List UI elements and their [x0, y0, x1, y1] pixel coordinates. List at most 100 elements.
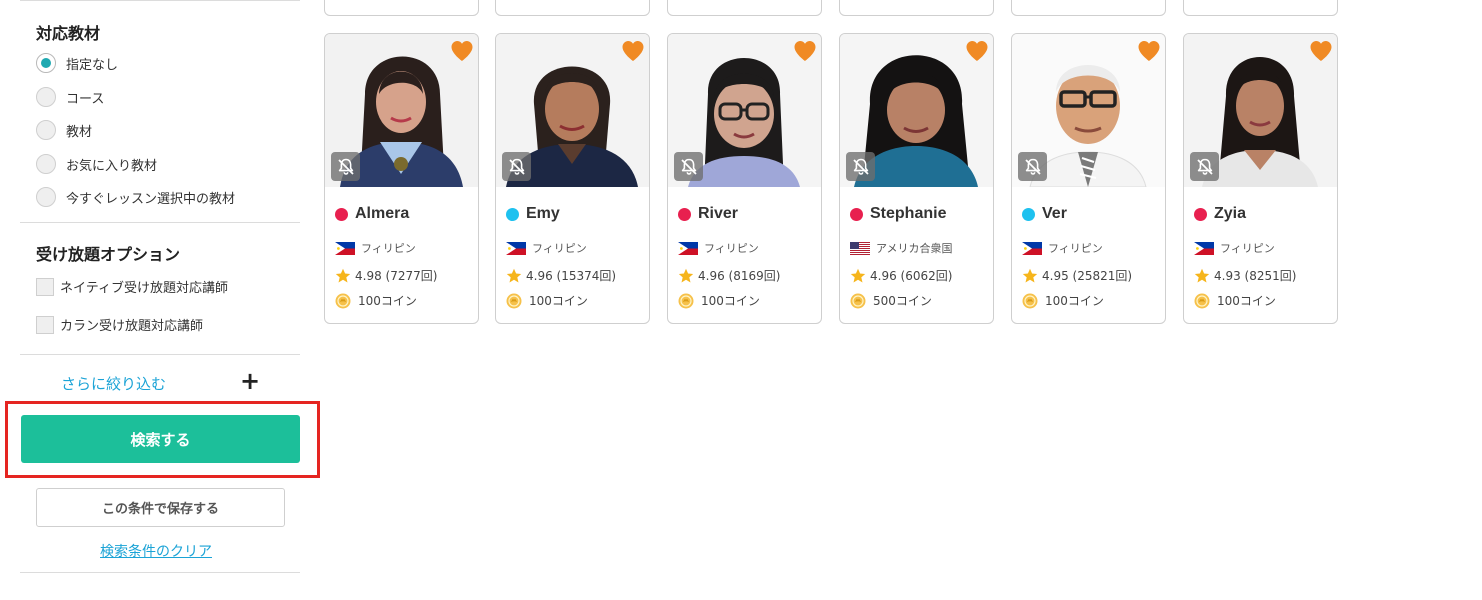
- tutor-card-previous-row[interactable]: [324, 0, 479, 16]
- tutor-name-row: Stephanie: [850, 205, 946, 223]
- tutor-name-row: Almera: [335, 205, 409, 223]
- tutor-price: 100コイン: [1045, 294, 1104, 308]
- favorite-heart-icon[interactable]: [450, 40, 474, 62]
- tutor-name: Stephanie: [870, 205, 947, 222]
- star-icon: [678, 268, 694, 284]
- search-button[interactable]: 検索する: [21, 415, 300, 463]
- more-filters-link[interactable]: さらに絞り込む: [61, 373, 166, 394]
- star-icon: [506, 268, 522, 284]
- tutor-rating-row: 4.96 (6062回): [850, 267, 952, 284]
- status-dot-red: [1194, 207, 1207, 221]
- tutor-photo[interactable]: [325, 34, 478, 187]
- tutor-review-count: (6062回): [900, 269, 953, 283]
- clear-conditions-link[interactable]: 検索条件のクリア: [100, 541, 212, 561]
- tutor-rating-row: 4.98 (7277回): [335, 267, 437, 284]
- tutor-rating-row: 4.96 (15374回): [506, 267, 616, 284]
- tutor-photo[interactable]: [668, 34, 821, 187]
- favorite-heart-icon[interactable]: [1309, 40, 1333, 62]
- tutor-name: Almera: [355, 205, 410, 222]
- tutor-card[interactable]: Ver フィリピン 4.95 (25821回) 100コイン: [1011, 33, 1166, 324]
- tutor-photo[interactable]: [496, 34, 649, 187]
- divider: [20, 572, 300, 573]
- material-option-label: 指定なし: [66, 57, 119, 73]
- notification-off-bell-icon[interactable]: [1018, 152, 1047, 181]
- notification-off-bell-icon[interactable]: [331, 152, 360, 181]
- tutor-card-previous-row[interactable]: [839, 0, 994, 16]
- material-option-none[interactable]: 指定なし: [36, 53, 118, 73]
- tutor-country: フィリピン: [1048, 242, 1103, 255]
- tutor-card[interactable]: Almera フィリピン 4.98 (7277回) 100コイン: [324, 33, 479, 324]
- checkbox-label: ネイティブ受け放題対応講師: [60, 281, 228, 296]
- tutor-name-row: Emy: [506, 205, 560, 223]
- status-dot-blue: [1022, 207, 1035, 221]
- tutor-card-previous-row[interactable]: [495, 0, 650, 16]
- material-option-material[interactable]: 教材: [36, 120, 92, 140]
- star-icon: [850, 268, 866, 284]
- plus-icon[interactable]: +: [240, 369, 260, 393]
- radio-icon[interactable]: [36, 187, 56, 207]
- unlimited-section-title: 受け放題オプション: [36, 245, 181, 264]
- tutor-review-count: (7277回): [385, 269, 438, 283]
- tutor-country: フィリピン: [532, 242, 587, 255]
- ph-flag-icon: [506, 242, 526, 255]
- tutor-card[interactable]: River フィリピン 4.96 (8169回) 100コイン: [667, 33, 822, 324]
- radio-icon[interactable]: [36, 154, 56, 174]
- material-option-now-lesson[interactable]: 今すぐレッスン選択中の教材: [36, 187, 235, 207]
- radio-checked-icon[interactable]: [36, 53, 56, 73]
- tutor-photo[interactable]: [1012, 34, 1165, 187]
- tutor-card[interactable]: Zyia フィリピン 4.93 (8251回) 100コイン: [1183, 33, 1338, 324]
- ph-flag-icon: [1194, 242, 1214, 255]
- material-option-favorite[interactable]: お気に入り教材: [36, 154, 157, 174]
- status-dot-blue: [506, 207, 519, 221]
- status-dot-red: [850, 207, 863, 221]
- tutor-card-previous-row[interactable]: [1011, 0, 1166, 16]
- tutor-price: 100コイン: [1217, 294, 1276, 308]
- tutor-price-row: 100コイン: [1022, 292, 1104, 309]
- tutor-country: フィリピン: [704, 242, 759, 255]
- material-option-label: 教材: [66, 124, 93, 140]
- tutor-rating-row: 4.96 (8169回): [678, 267, 780, 284]
- tutor-card-previous-row[interactable]: [1183, 0, 1338, 16]
- tutor-name-row: Ver: [1022, 205, 1067, 223]
- save-conditions-button[interactable]: この条件で保存する: [36, 488, 285, 527]
- ph-flag-icon: [1022, 242, 1042, 255]
- coin-icon: [335, 293, 351, 309]
- material-option-course[interactable]: コース: [36, 87, 104, 107]
- tutor-name: Zyia: [1214, 205, 1247, 222]
- tutor-country: アメリカ合衆国: [876, 242, 953, 255]
- favorite-heart-icon[interactable]: [793, 40, 817, 62]
- tutor-card-previous-row[interactable]: [667, 0, 822, 16]
- favorite-heart-icon[interactable]: [1137, 40, 1161, 62]
- tutor-rating: 4.96: [698, 268, 725, 283]
- coin-icon: [1194, 293, 1210, 309]
- tutor-review-count: (15374回): [556, 269, 617, 283]
- notification-off-bell-icon[interactable]: [1190, 152, 1219, 181]
- tutor-card[interactable]: Stephanie アメリカ合衆国 4.96 (6062回) 500コイン: [839, 33, 994, 324]
- coin-icon: [850, 293, 866, 309]
- tutor-photo[interactable]: [840, 34, 993, 187]
- radio-icon[interactable]: [36, 120, 56, 140]
- checkbox-icon[interactable]: [36, 315, 54, 334]
- callan-unlimited-checkbox-row[interactable]: カラン受け放題対応講師: [36, 315, 203, 334]
- favorite-heart-icon[interactable]: [965, 40, 989, 62]
- tutor-country-row: フィリピン: [1194, 240, 1275, 256]
- tutor-price-row: 500コイン: [850, 292, 932, 309]
- tutor-photo[interactable]: [1184, 34, 1337, 187]
- radio-icon[interactable]: [36, 87, 56, 107]
- tutor-rating-row: 4.93 (8251回): [1194, 267, 1296, 284]
- material-option-label: コース: [66, 91, 105, 107]
- notification-off-bell-icon[interactable]: [674, 152, 703, 181]
- tutor-name: Emy: [526, 205, 560, 222]
- material-section-title: 対応教材: [36, 24, 101, 43]
- tutor-country: フィリピン: [361, 242, 416, 255]
- checkbox-icon[interactable]: [36, 277, 54, 296]
- tutor-review-count: (8169回): [728, 269, 781, 283]
- tutor-card[interactable]: Emy フィリピン 4.96 (15374回) 100コイン: [495, 33, 650, 324]
- native-unlimited-checkbox-row[interactable]: ネイティブ受け放題対応講師: [36, 277, 228, 296]
- favorite-heart-icon[interactable]: [621, 40, 645, 62]
- divider: [20, 222, 300, 223]
- tutor-country-row: フィリピン: [506, 240, 587, 256]
- notification-off-bell-icon[interactable]: [502, 152, 531, 181]
- tutor-price-row: 100コイン: [678, 292, 760, 309]
- notification-off-bell-icon[interactable]: [846, 152, 875, 181]
